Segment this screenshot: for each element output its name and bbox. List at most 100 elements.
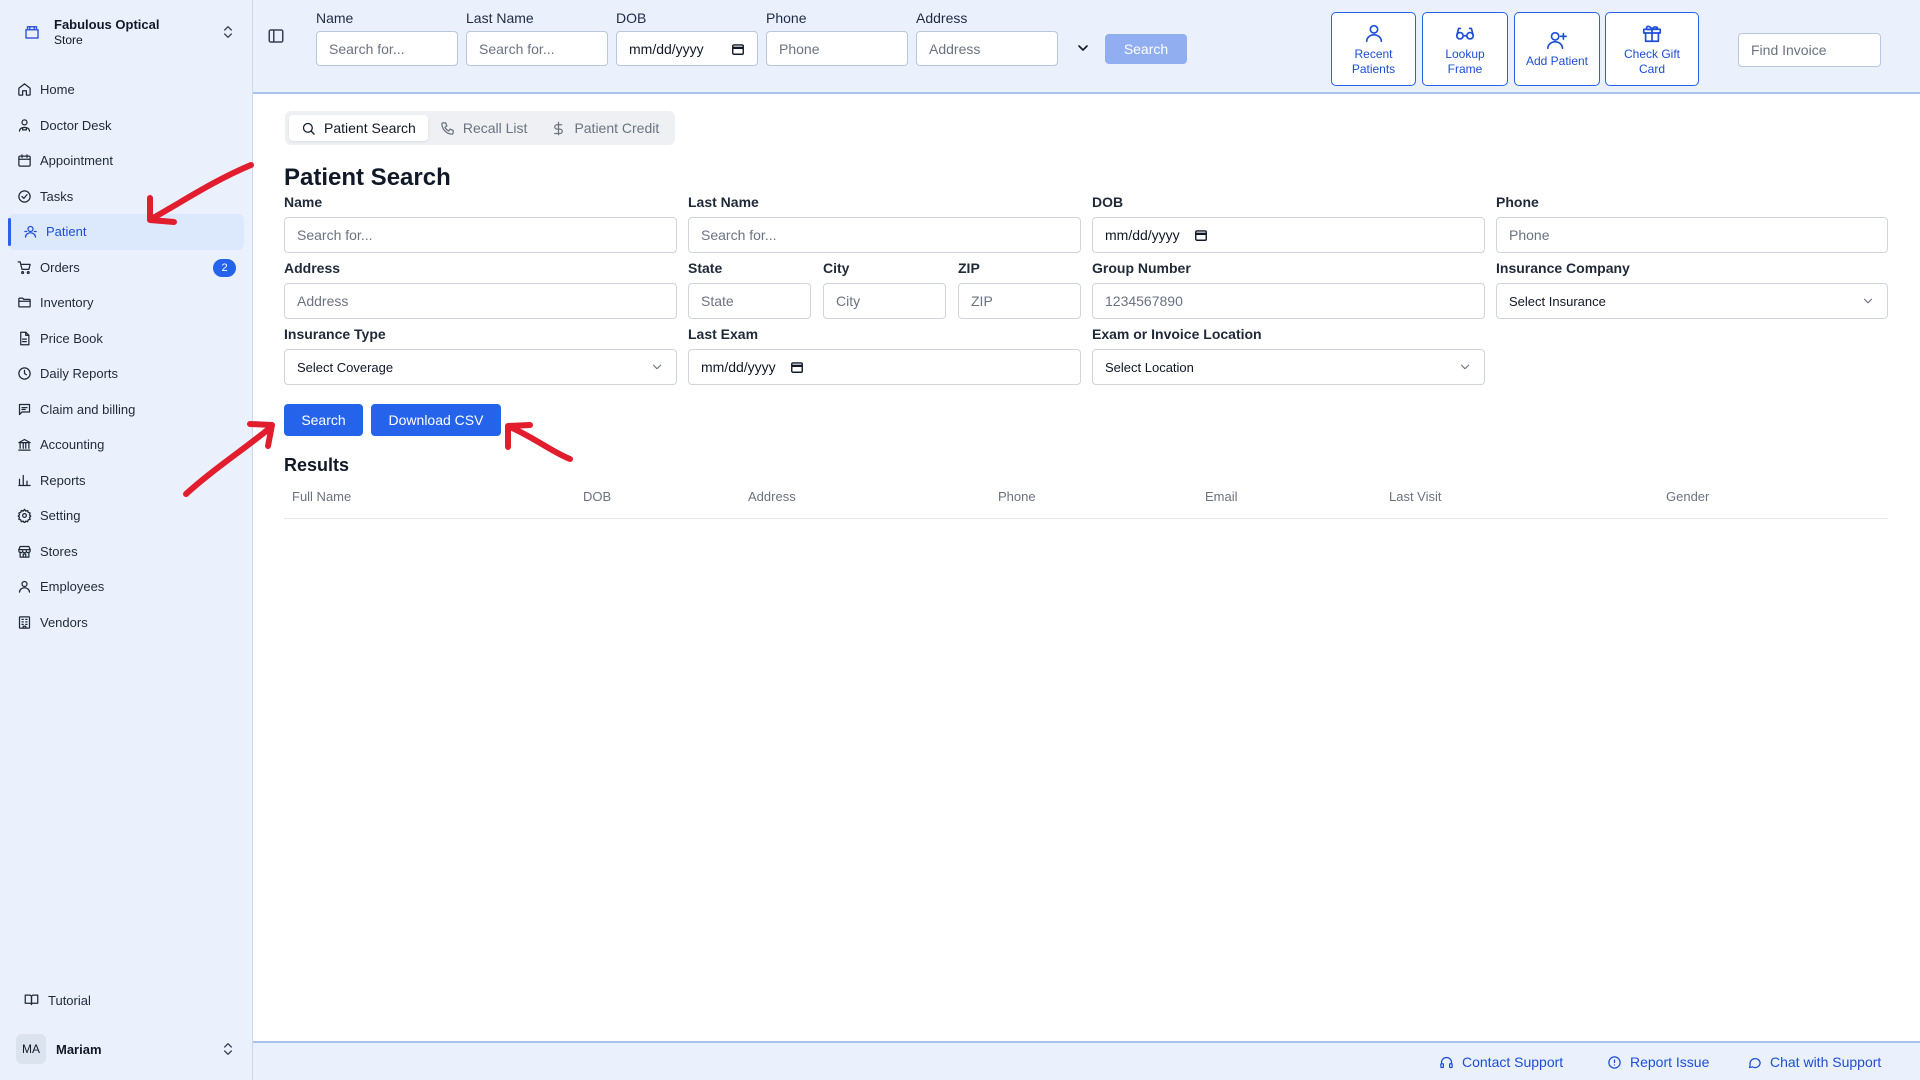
sidebar-item-accounting[interactable]: Accounting [8,427,244,463]
name-input[interactable]: Search for... [284,217,677,253]
column-header-phone[interactable]: Phone [998,482,1036,519]
column-header-dob[interactable]: DOB [583,482,611,519]
city-input[interactable]: City [823,283,946,319]
sidebar-item-claim-billing[interactable]: Claim and billing [8,392,244,428]
sidebar-item-label: Price Book [40,330,103,346]
tab-patient-credit[interactable]: Patient Credit [539,115,671,141]
sidebar-toggle-icon[interactable] [267,27,285,45]
sidebar-item-employees[interactable]: Employees [8,569,244,605]
sidebar-item-setting[interactable]: Setting [8,498,244,534]
dob-label: DOB [1092,194,1124,210]
chevron-down-icon[interactable] [1075,40,1091,56]
quick-phone-input[interactable]: Phone [766,31,908,66]
footer: Contact Support Report Issue Chat with S… [253,1041,1920,1080]
sidebar-nav: Home Doctor Desk Appointment Tasks Patie… [8,72,244,640]
sidebar-item-appointment[interactable]: Appointment [8,143,244,179]
sidebar-item-vendors[interactable]: Vendors [8,605,244,641]
sidebar-item-orders[interactable]: Orders 2 [8,250,244,286]
calendar-icon[interactable] [790,360,804,374]
sidebar-item-price-book[interactable]: Price Book [8,321,244,357]
quick-search-button[interactable]: Search [1105,34,1187,64]
sidebar-item-stores[interactable]: Stores [8,534,244,570]
sidebar-item-tasks[interactable]: Tasks [8,179,244,215]
last-exam-input[interactable]: mm/dd/yyyy [688,349,1081,385]
store-icon [16,16,48,48]
location-select[interactable]: Select Location [1092,349,1485,385]
sidebar-item-reports[interactable]: Reports [8,463,244,499]
report-issue-label: Report Issue [1630,1054,1710,1070]
quick-address-input[interactable]: Address [916,31,1058,66]
store-switcher[interactable]: Fabulous Optical Store [16,12,240,52]
insurance-type-label: Insurance Type [284,326,386,342]
group-number-input[interactable]: 1234567890 [1092,283,1485,319]
check-gift-card-button[interactable]: Check Gift Card [1605,12,1699,86]
insurance-type-select[interactable]: Select Coverage [284,349,677,385]
column-header-full-name[interactable]: Full Name [292,482,351,519]
sidebar-item-doctor-desk[interactable]: Doctor Desk [8,108,244,144]
city-field: City City [823,260,946,319]
dob-input[interactable]: mm/dd/yyyy [1092,217,1485,253]
tab-recall-list[interactable]: Recall List [428,115,540,141]
search-button[interactable]: Search [284,404,363,436]
quick-dob-label: DOB [616,10,647,26]
user-icon [16,579,32,595]
user-menu[interactable]: MA Mariam [16,1033,240,1065]
results-title: Results [284,455,350,475]
column-header-last-visit[interactable]: Last Visit [1389,482,1442,519]
lookup-frame-label: Lookup Frame [1445,46,1485,76]
phone-field: Phone Phone [1496,194,1888,253]
contact-support-label: Contact Support [1462,1054,1564,1070]
find-invoice-input[interactable]: Find Invoice [1738,33,1881,67]
gift-icon [1641,22,1663,44]
download-csv-button[interactable]: Download CSV [371,404,501,436]
results-table-header: Full Name DOB Address Phone Email Last V… [284,482,1888,519]
message-icon [16,401,32,417]
quick-phone-label: Phone [766,10,807,26]
column-header-email[interactable]: Email [1205,482,1238,519]
insurance-company-select[interactable]: Select Insurance [1496,283,1888,319]
sidebar-item-inventory[interactable]: Inventory [8,285,244,321]
chat-bubble-icon [1747,1055,1762,1070]
report-issue-link[interactable]: Report Issue [1607,1053,1709,1071]
quick-name-input[interactable]: Search for... [316,31,458,66]
column-header-gender[interactable]: Gender [1666,482,1709,519]
recent-patients-button[interactable]: Recent Patients [1331,12,1416,86]
zip-input[interactable]: ZIP [958,283,1081,319]
tutorial-link[interactable]: Tutorial [24,990,91,1010]
add-patient-button[interactable]: Add Patient [1514,12,1600,86]
sidebar-item-patient[interactable]: Patient [8,214,244,250]
quick-last-name-input[interactable]: Search for... [466,31,608,66]
calendar-icon[interactable] [1194,228,1208,242]
lookup-frame-button[interactable]: Lookup Frame [1422,12,1508,86]
last-name-input[interactable]: Search for... [688,217,1081,253]
gear-icon [16,508,32,524]
insurance-company-value: Select Insurance [1509,293,1606,309]
contact-support-link[interactable]: Contact Support [1439,1053,1563,1071]
calendar-icon[interactable] [731,42,745,56]
dob-field: DOB mm/dd/yyyy [1092,194,1485,253]
zip-field: ZIP ZIP [958,260,1081,319]
chevrons-up-down-icon [220,1041,240,1057]
tutorial-label: Tutorial [48,992,91,1008]
tab-label: Patient Search [324,120,416,136]
store-icon [16,543,32,559]
user-icon [1363,22,1385,44]
address-input[interactable]: Address [284,283,677,319]
sidebar: Fabulous Optical Store Home Doctor Desk … [0,0,253,1080]
address-label: Address [284,260,341,276]
column-header-address[interactable]: Address [748,482,796,519]
quick-dob-value: mm/dd/yyyy [629,40,704,57]
tab-patient-search[interactable]: Patient Search [289,115,428,141]
glasses-icon [1454,22,1476,44]
phone-input[interactable]: Phone [1496,217,1888,253]
quick-dob-input[interactable]: mm/dd/yyyy [616,31,758,66]
sidebar-item-daily-reports[interactable]: Daily Reports [8,356,244,392]
sidebar-item-label: Home [40,82,75,98]
sidebar-item-home[interactable]: Home [8,72,244,108]
last-name-label: Last Name [688,194,759,210]
state-input[interactable]: State [688,283,811,319]
book-icon [24,992,40,1008]
sidebar-item-label: Inventory [40,295,94,311]
chat-with-support-link[interactable]: Chat with Support [1747,1053,1881,1071]
folder-icon [16,295,32,311]
